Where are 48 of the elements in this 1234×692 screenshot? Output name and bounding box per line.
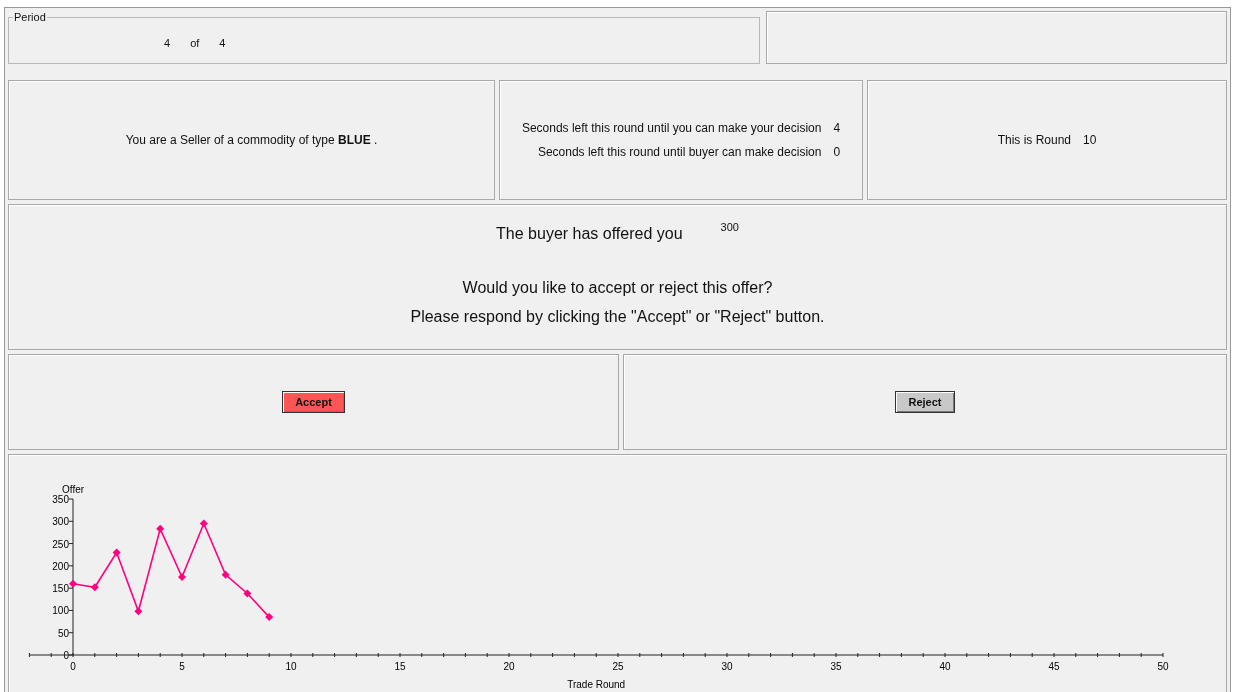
y-tick-label: 300 xyxy=(52,516,69,528)
offer-label: The buyer has offered you xyxy=(496,225,683,243)
x-tick-label: 15 xyxy=(394,661,406,672)
y-tick-label: 250 xyxy=(52,538,69,550)
offer-instruction: Please respond by clicking the "Accept" or "Reject" button. xyxy=(410,308,825,326)
period-total: 4 xyxy=(219,37,226,49)
timer-value: 0 xyxy=(833,145,841,159)
x-tick-label: 25 xyxy=(612,661,624,672)
role-text: You are a Seller of a commodity of type BLUE . xyxy=(125,133,378,147)
data-point xyxy=(112,548,121,557)
y-tick-label: 200 xyxy=(52,560,69,572)
y-tick-label: 350 xyxy=(52,494,69,505)
round-value: 10 xyxy=(1083,133,1097,147)
x-axis-title: Trade Round xyxy=(567,679,626,690)
period-current: 4 xyxy=(164,37,171,49)
x-tick-label: 35 xyxy=(830,661,842,672)
x-tick-label: 5 xyxy=(179,661,185,672)
offer-amount: 300 xyxy=(720,221,739,233)
y-tick-label: 50 xyxy=(57,627,69,639)
offer-question: Would you like to accept or reject this offer? xyxy=(462,279,773,297)
data-point xyxy=(221,570,230,579)
timer-label: Seconds left this round until buyer can make decision xyxy=(537,145,822,159)
x-tick-label: 30 xyxy=(721,661,733,672)
y-tick-label: 100 xyxy=(52,605,69,617)
y-axis-title: Offer xyxy=(62,484,85,495)
data-point xyxy=(265,613,274,622)
x-tick-label: 20 xyxy=(503,661,515,672)
x-tick-label: 45 xyxy=(1048,661,1060,672)
data-point xyxy=(156,524,165,533)
data-point xyxy=(134,607,143,616)
data-point xyxy=(90,583,99,592)
x-tick-label: 40 xyxy=(939,661,951,672)
period-of: of xyxy=(190,37,200,49)
x-tick-label: 50 xyxy=(1157,661,1169,672)
x-tick-label: 10 xyxy=(285,661,297,672)
y-tick-label: 0 xyxy=(63,650,69,661)
timer-value: 4 xyxy=(833,121,841,135)
data-point xyxy=(178,573,186,581)
x-tick-label: 0 xyxy=(70,661,76,672)
data-point xyxy=(199,519,208,528)
period-legend: Period xyxy=(13,11,47,23)
data-point xyxy=(243,589,252,598)
timer-label: Seconds left this round until you can make your decision xyxy=(521,121,822,135)
y-tick-label: 150 xyxy=(52,583,69,595)
accept-button[interactable]: Accept xyxy=(282,391,345,413)
round-label: This is Round xyxy=(997,133,1071,147)
data-point xyxy=(69,579,77,588)
reject-button[interactable]: Reject xyxy=(895,391,955,413)
